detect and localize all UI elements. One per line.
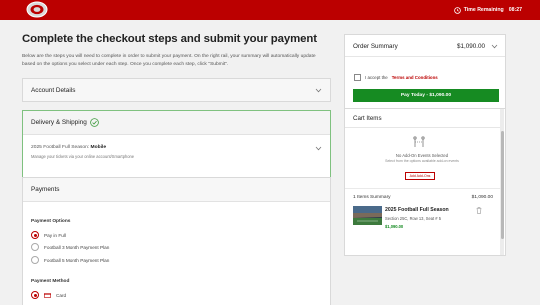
- accept-terms-checkbox[interactable]: [354, 74, 361, 81]
- payment-method-card[interactable]: Card: [31, 291, 66, 299]
- intro-text: Below are the steps you will need to com…: [22, 54, 316, 67]
- items-summary-label: 1 Items Summary: [353, 195, 391, 200]
- add-addons-button[interactable]: Add Add-Ons: [405, 172, 435, 180]
- top-bar: Time Remaining 08:27: [0, 0, 540, 20]
- page-title: Complete the checkout steps and submit y…: [22, 33, 317, 45]
- chevron-down-icon[interactable]: [491, 44, 498, 49]
- divider: [345, 56, 505, 57]
- payment-option-label: Football 5 Month Payment Plan: [44, 257, 110, 263]
- ticket-stub-icon: [413, 136, 425, 147]
- no-addons-title: No Add-On Events Selected: [395, 153, 449, 158]
- checkout-steps: Complete the checkout steps and submit y…: [22, 20, 331, 305]
- cart-item-seat: Section 25C, Row 13, Seat # 5: [385, 216, 441, 221]
- payment-options-label: Payment Options: [31, 219, 71, 224]
- order-summary-panel: Order Summary $1,090.00 I accept the Ter…: [344, 34, 506, 119]
- stadium-thumbnail: [353, 206, 382, 225]
- items-summary-total: $1,090.00: [471, 195, 493, 200]
- time-remaining: Time Remaining 08:27: [453, 4, 522, 16]
- payments-header[interactable]: Payments: [23, 178, 330, 202]
- credit-card-icon: [44, 292, 51, 298]
- payment-method-card-label: Card: [56, 292, 67, 298]
- delivery-note: Manage your tickets via your online acco…: [31, 154, 135, 159]
- delivery-method-value: Mobile: [90, 145, 107, 150]
- radio-selected[interactable]: [31, 231, 39, 239]
- cart-items-panel: Cart Items No Add-On Events Selected Sel…: [344, 108, 506, 256]
- timer-label: Time Remaining: [463, 7, 504, 13]
- trash-icon[interactable]: [476, 207, 482, 214]
- season-label: 2025 Football Full Season:: [31, 145, 90, 150]
- terms-and-conditions-link[interactable]: Terms and Conditions: [392, 75, 438, 80]
- payment-option-pay-in-full[interactable]: Pay in Full: [31, 231, 66, 239]
- divider: [345, 127, 501, 128]
- payments-title: Payments: [31, 186, 60, 193]
- cart-item-name: 2025 Football Full Season: [385, 207, 449, 213]
- delivery-shipping-header[interactable]: Delivery & Shipping: [23, 111, 330, 135]
- ohio-state-logo[interactable]: [26, 1, 48, 18]
- scrollbar-thumb[interactable]: [501, 131, 504, 239]
- payment-option-5-month[interactable]: Football 5 Month Payment Plan: [31, 256, 109, 264]
- season-delivery-method: 2025 Football Full Season: Mobile: [31, 145, 106, 150]
- timer-value: 08:27: [508, 7, 522, 13]
- cart-item-price: $1,090.00: [385, 224, 404, 229]
- order-summary-amount: $1,090.00: [456, 43, 485, 50]
- payment-method-label: Payment Method: [31, 279, 70, 284]
- chevron-down-icon[interactable]: [315, 88, 322, 93]
- radio-selected[interactable]: [31, 291, 39, 299]
- no-addons-subtitle: Select from the options available add-on…: [385, 159, 459, 163]
- payments-panel: Payments Payment Options Pay in Full Foo…: [22, 177, 331, 305]
- chevron-down-icon[interactable]: [315, 146, 322, 151]
- accept-terms-text: I accept the: [365, 75, 388, 80]
- divider: [345, 188, 501, 189]
- delivery-shipping-title: Delivery & Shipping: [31, 119, 87, 126]
- pay-today-button[interactable]: Pay Today - $1,090.00: [353, 89, 499, 102]
- account-details-title: Account Details: [31, 86, 76, 94]
- payment-option-3-month[interactable]: Football 3 Month Payment Plan: [31, 243, 109, 251]
- payment-option-label: Football 3 Month Payment Plan: [44, 244, 110, 250]
- radio-unselected[interactable]: [31, 256, 39, 264]
- check-circle-icon: [89, 118, 99, 127]
- account-details-panel[interactable]: Account Details: [22, 78, 331, 102]
- delivery-shipping-panel: Delivery & Shipping 2025 Football Full S…: [22, 110, 331, 183]
- payment-option-label: Pay in Full: [44, 232, 66, 238]
- clock-icon: [453, 6, 461, 14]
- radio-unselected[interactable]: [31, 243, 39, 251]
- order-summary-title: Order Summary: [353, 43, 398, 50]
- cart-items-title: Cart Items: [353, 115, 382, 122]
- accept-terms-row: I accept the Terms and Conditions: [354, 74, 438, 81]
